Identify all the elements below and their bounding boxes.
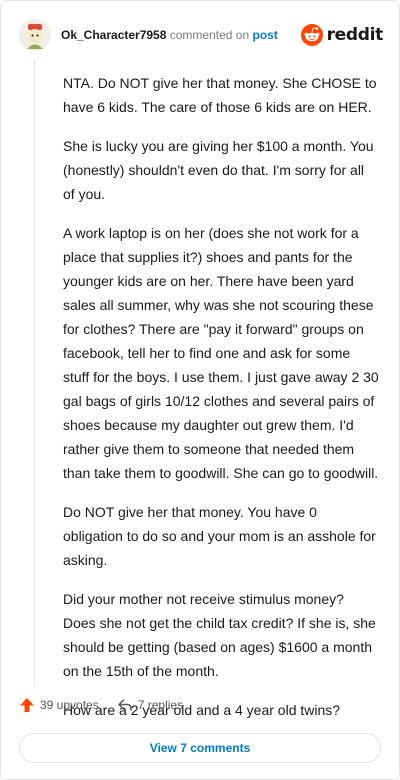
replies-button[interactable]: 7 replies (117, 697, 183, 713)
upvote-arrow-icon (20, 698, 34, 712)
reply-count: 7 replies (137, 698, 184, 712)
comment-paragraph: NTA. Do NOT give her that money. She CHO… (63, 75, 377, 115)
upvote-button[interactable]: 39 upvotes (19, 697, 99, 713)
author-name[interactable]: Ok_Character7958 (61, 28, 166, 42)
avatar-icon (19, 19, 51, 51)
thread-line[interactable] (34, 59, 35, 687)
view-comments-button[interactable]: View 7 comments (19, 733, 381, 763)
comment-actions: 39 upvotes 7 replies (19, 697, 183, 713)
reply-icon (117, 699, 132, 711)
comment-paragraph: Did your mother not receive stimulus mon… (63, 591, 376, 679)
post-link[interactable]: post (252, 28, 277, 42)
reddit-logo[interactable]: reddit (300, 24, 384, 46)
comment-header: Ok_Character7958 commented on post reddi… (19, 17, 383, 53)
comment-paragraph: A work laptop is on her (does she not wo… (63, 225, 379, 481)
reddit-icon (300, 24, 323, 46)
reddit-wordmark: reddit (326, 25, 384, 45)
upvote-count: 39 upvotes (40, 698, 99, 712)
comment-paragraph: Do NOT give her that money. You have 0 o… (63, 504, 376, 568)
comment-body: NTA. Do NOT give her that money. She CHO… (63, 71, 379, 737)
comment-paragraph: She is lucky you are giving her $100 a m… (63, 138, 374, 202)
comment-card: Ok_Character7958 commented on post reddi… (0, 0, 400, 780)
avatar[interactable] (19, 19, 51, 51)
commented-on-text: commented on (169, 28, 250, 42)
author-line: Ok_Character7958 commented on post (61, 28, 278, 42)
